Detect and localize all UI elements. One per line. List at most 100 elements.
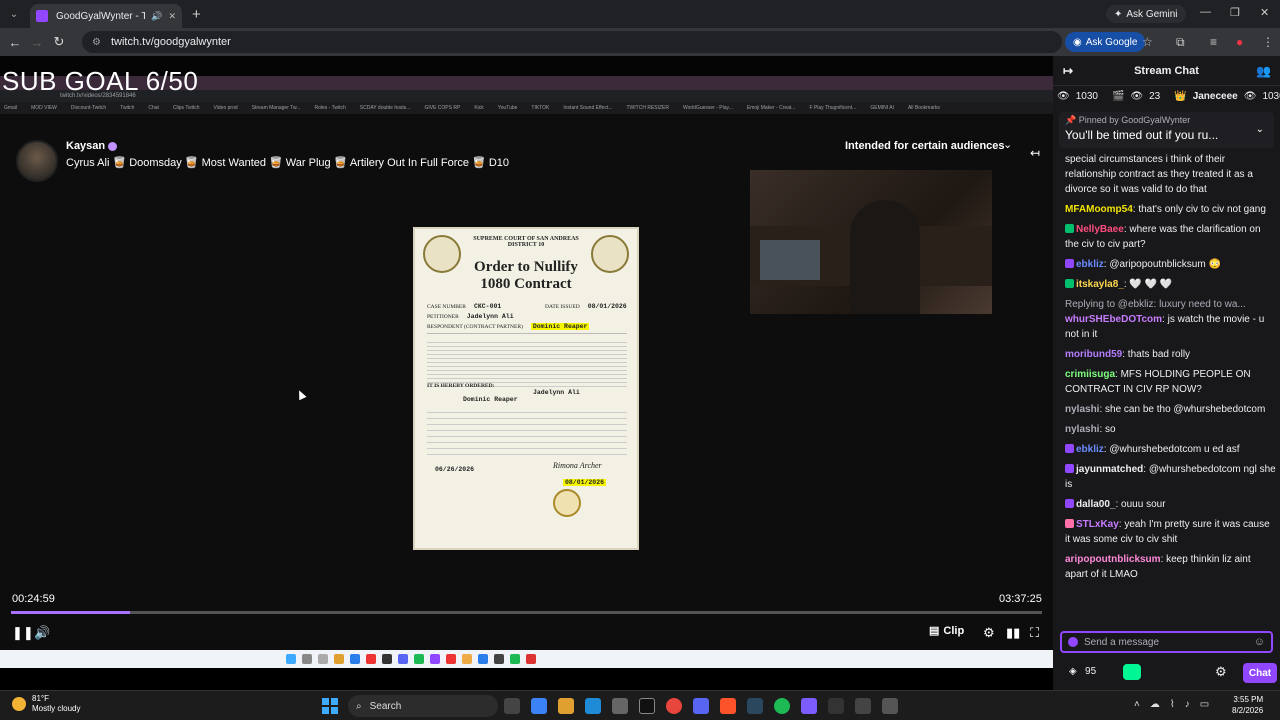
chat-settings-icon[interactable]: ⚙	[1215, 664, 1227, 680]
chat-username[interactable]: dalla00_	[1076, 499, 1115, 510]
chat-badge-icon[interactable]	[1065, 259, 1074, 268]
tab-audio-icon[interactable]: 🔊	[151, 11, 162, 22]
chat-username[interactable]: nylashi	[1065, 404, 1099, 415]
chat-input[interactable]: Send a message ☺	[1060, 631, 1273, 653]
task-view-icon[interactable]	[504, 698, 520, 714]
browser-tab[interactable]: GoodGyalWynter - Twitch 🔊 ✕	[30, 4, 182, 28]
copilot-icon[interactable]	[531, 698, 547, 714]
calculator-icon[interactable]	[801, 698, 817, 714]
spotify-icon[interactable]	[774, 698, 790, 714]
url-field[interactable]: ⚙ twitch.tv/goodgyalwynter	[82, 31, 1062, 53]
chat-username[interactable]: ebkliz	[1076, 259, 1104, 270]
chat-username[interactable]: NellyBaee	[1076, 224, 1124, 235]
speaker-icon[interactable]: ♪	[1185, 699, 1190, 710]
settings-gear-icon[interactable]: ⚙	[983, 625, 995, 641]
chat-badge-icon[interactable]	[1065, 519, 1074, 528]
theatre-mode-icon[interactable]: ▮▮	[1006, 625, 1020, 641]
community-icon[interactable]: 👥	[1256, 64, 1271, 78]
chat-message[interactable]: ebkliz: @aripopoutnblicksum 😳	[1065, 257, 1276, 272]
chat-badge-icon[interactable]	[1065, 444, 1074, 453]
emote-picker-icon[interactable]: ☺	[1254, 636, 1265, 648]
collapse-arrow-icon[interactable]: ↤	[1030, 146, 1040, 160]
chat-username[interactable]: nylashi	[1065, 424, 1099, 435]
minimize-icon[interactable]: —	[1200, 6, 1211, 18]
close-window-icon[interactable]: ✕	[1260, 6, 1269, 19]
chat-message[interactable]: NellyBaee: where was the clarification o…	[1065, 222, 1276, 252]
video-player[interactable]: twitch.tv/videos/2834591846 Gmail MOD VIE…	[0, 56, 1053, 650]
fullscreen-icon[interactable]: ⛶	[1030, 625, 1039, 641]
taskbar-search[interactable]: ⌕ Search	[348, 695, 498, 717]
windows-start-icon[interactable]	[322, 698, 338, 714]
chat-badge-icon[interactable]	[1065, 279, 1074, 288]
tray-chevron-icon[interactable]: ˄	[1134, 699, 1140, 710]
chat-message[interactable]: Replying to @ebkliz: luxury need to wa..…	[1065, 297, 1276, 342]
chat-message[interactable]: STLxKay: yeah I'm pretty sure it was cau…	[1065, 517, 1276, 547]
streamer-name[interactable]: Kaysan	[66, 140, 105, 152]
site-info-icon[interactable]: ⚙	[92, 37, 101, 48]
pinned-message[interactable]: 📌 Pinned by GoodGyalWynter You'll be tim…	[1059, 112, 1274, 148]
extensions-icon[interactable]: ⧉	[1176, 35, 1185, 50]
streamer-avatar[interactable]	[16, 140, 58, 182]
chat-badge-icon[interactable]	[1065, 464, 1074, 473]
chat-username[interactable]: STLxKay	[1076, 519, 1119, 530]
tab-close-icon[interactable]: ✕	[168, 11, 176, 22]
chat-message[interactable]: MFAMoomp54: that's only civ to civ not g…	[1065, 202, 1276, 217]
seek-bar[interactable]	[11, 611, 1042, 614]
battery-icon[interactable]: ▭	[1200, 699, 1209, 710]
chat-username[interactable]: jayunmatched	[1076, 464, 1143, 475]
chevron-down-icon[interactable]: ⌄	[1003, 138, 1012, 151]
reply-context[interactable]: Replying to @ebkliz: luxury need to wa..…	[1065, 297, 1276, 312]
obs-icon[interactable]	[828, 698, 844, 714]
audience-label[interactable]: Intended for certain audiences	[845, 140, 1005, 152]
chat-message[interactable]: nylashi: she can be tho @whurshebedotcom	[1065, 402, 1276, 417]
chat-username[interactable]: moribund59	[1065, 349, 1122, 360]
chat-message[interactable]: ebkliz: @whurshebedotcom u ed asf	[1065, 442, 1276, 457]
back-icon[interactable]: ←	[4, 35, 26, 50]
chat-message[interactable]: crimiisuga: MFS HOLDING PEOPLE ON CONTRA…	[1065, 367, 1276, 397]
bookmark-star-icon[interactable]: ☆	[1142, 35, 1153, 49]
chat-messages[interactable]: special circumstances i think of their r…	[1053, 152, 1280, 622]
volume-icon[interactable]: 🔊	[34, 625, 50, 641]
steam-icon[interactable]	[747, 698, 763, 714]
channel-points-icon[interactable]: ◈	[1069, 666, 1077, 677]
menu-kebab-icon[interactable]: ⋮	[1262, 35, 1274, 49]
forward-icon[interactable]: →	[26, 35, 48, 50]
chat-username[interactable]: whurSHEbeDOTcom	[1065, 314, 1162, 325]
chat-message[interactable]: itskayla8_: 🤍 🤍 🤍	[1065, 277, 1276, 292]
chat-message[interactable]: moribund59: thats bad rolly	[1065, 347, 1276, 362]
file-explorer-icon[interactable]	[558, 698, 574, 714]
chevron-down-icon[interactable]: ⌄	[1256, 124, 1264, 135]
chat-send-button[interactable]: Chat	[1243, 663, 1277, 683]
chat-username[interactable]: itskayla8_	[1076, 279, 1124, 290]
clip-button[interactable]: ▤ Clip	[929, 624, 964, 638]
chat-message[interactable]: jayunmatched: @whurshebedotcom ngl she i…	[1065, 462, 1276, 492]
chat-username[interactable]: MFAMoomp54	[1065, 204, 1133, 215]
store-icon[interactable]	[612, 698, 628, 714]
chat-message[interactable]: aripopoutnblicksum: keep thinkin liz ain…	[1065, 552, 1276, 582]
chat-badge-icon[interactable]	[1065, 224, 1074, 233]
chat-message[interactable]: nylashi: so	[1065, 422, 1276, 437]
chat-username[interactable]: crimiisuga	[1065, 369, 1115, 380]
ask-google-button[interactable]: ◉ Ask Google	[1065, 32, 1146, 52]
chat-message[interactable]: dalla00_: ouuu sour	[1065, 497, 1276, 512]
pause-icon[interactable]: ❚❚	[12, 625, 34, 641]
media-icon[interactable]: ≡	[1210, 35, 1217, 49]
top-user[interactable]: Janeceee	[1193, 91, 1238, 102]
new-tab-icon[interactable]: +	[192, 6, 201, 23]
brave-icon[interactable]	[720, 698, 736, 714]
app-a-icon[interactable]	[639, 698, 655, 714]
chat-message[interactable]: special circumstances i think of their r…	[1065, 152, 1276, 197]
badge-icon[interactable]	[1068, 637, 1078, 647]
clock[interactable]: 3:55 PM 8/2/2026	[1232, 694, 1263, 716]
wifi-icon[interactable]: ⌇	[1170, 699, 1175, 710]
chrome-icon[interactable]	[666, 698, 682, 714]
reload-icon[interactable]: ↻	[48, 34, 70, 50]
tab-search-chevron-icon[interactable]: ⌄	[2, 2, 26, 26]
discord-icon[interactable]	[693, 698, 709, 714]
app-x-icon[interactable]	[855, 698, 871, 714]
collapse-chat-icon[interactable]: ↦	[1063, 64, 1073, 78]
maximize-icon[interactable]: ❐	[1230, 6, 1240, 19]
weather-widget[interactable]: 81°F Mostly cloudy	[12, 694, 80, 714]
chat-username[interactable]: aripopoutnblicksum	[1065, 554, 1161, 565]
gift-icon[interactable]	[1123, 664, 1141, 680]
